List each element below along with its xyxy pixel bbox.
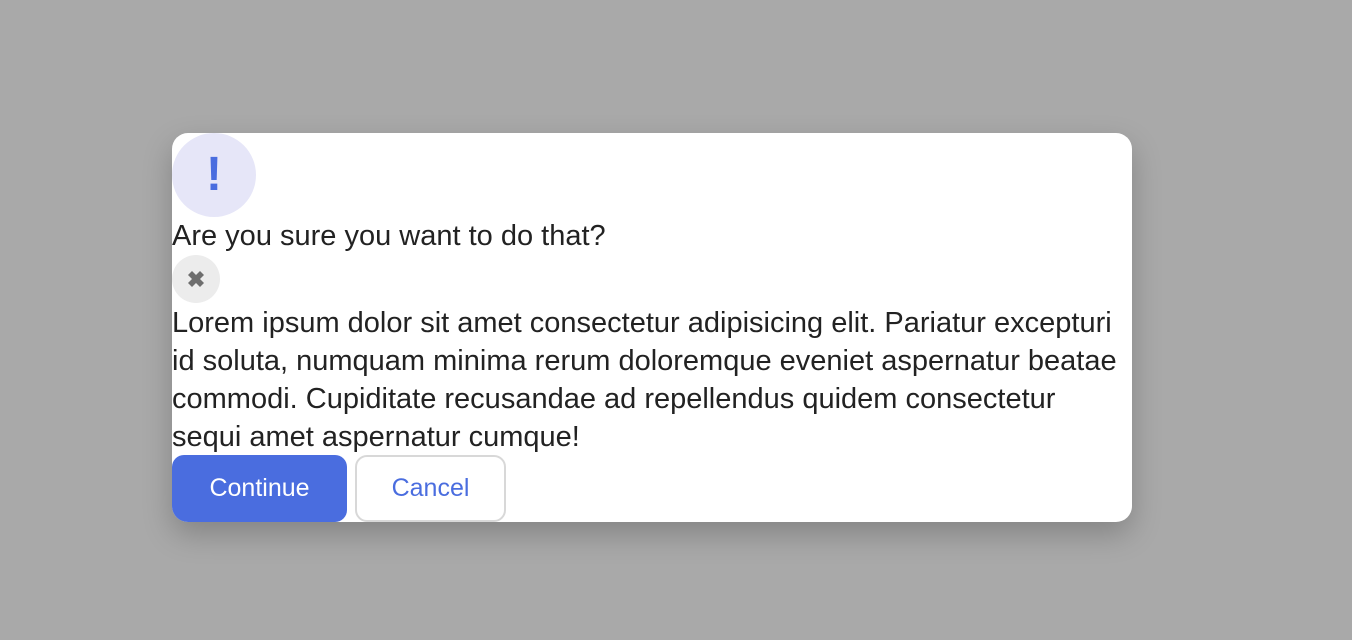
dialog-title: Are you sure you want to do that? (172, 220, 606, 252)
cancel-button[interactable]: Cancel (355, 455, 506, 522)
close-icon (188, 271, 204, 287)
dialog-message: Lorem ipsum dolor sit amet consectetur a… (172, 307, 1117, 453)
exclamation-glyph: ! (206, 148, 222, 201)
confirm-dialog: ! Are you sure you want to do that? Lore… (172, 133, 1132, 522)
continue-button[interactable]: Continue (172, 455, 347, 522)
close-button[interactable] (172, 255, 220, 303)
exclamation-icon: ! (172, 133, 256, 217)
modal-backdrop[interactable]: ! Are you sure you want to do that? Lore… (0, 0, 1352, 640)
dialog-actions: Continue Cancel (172, 455, 506, 522)
